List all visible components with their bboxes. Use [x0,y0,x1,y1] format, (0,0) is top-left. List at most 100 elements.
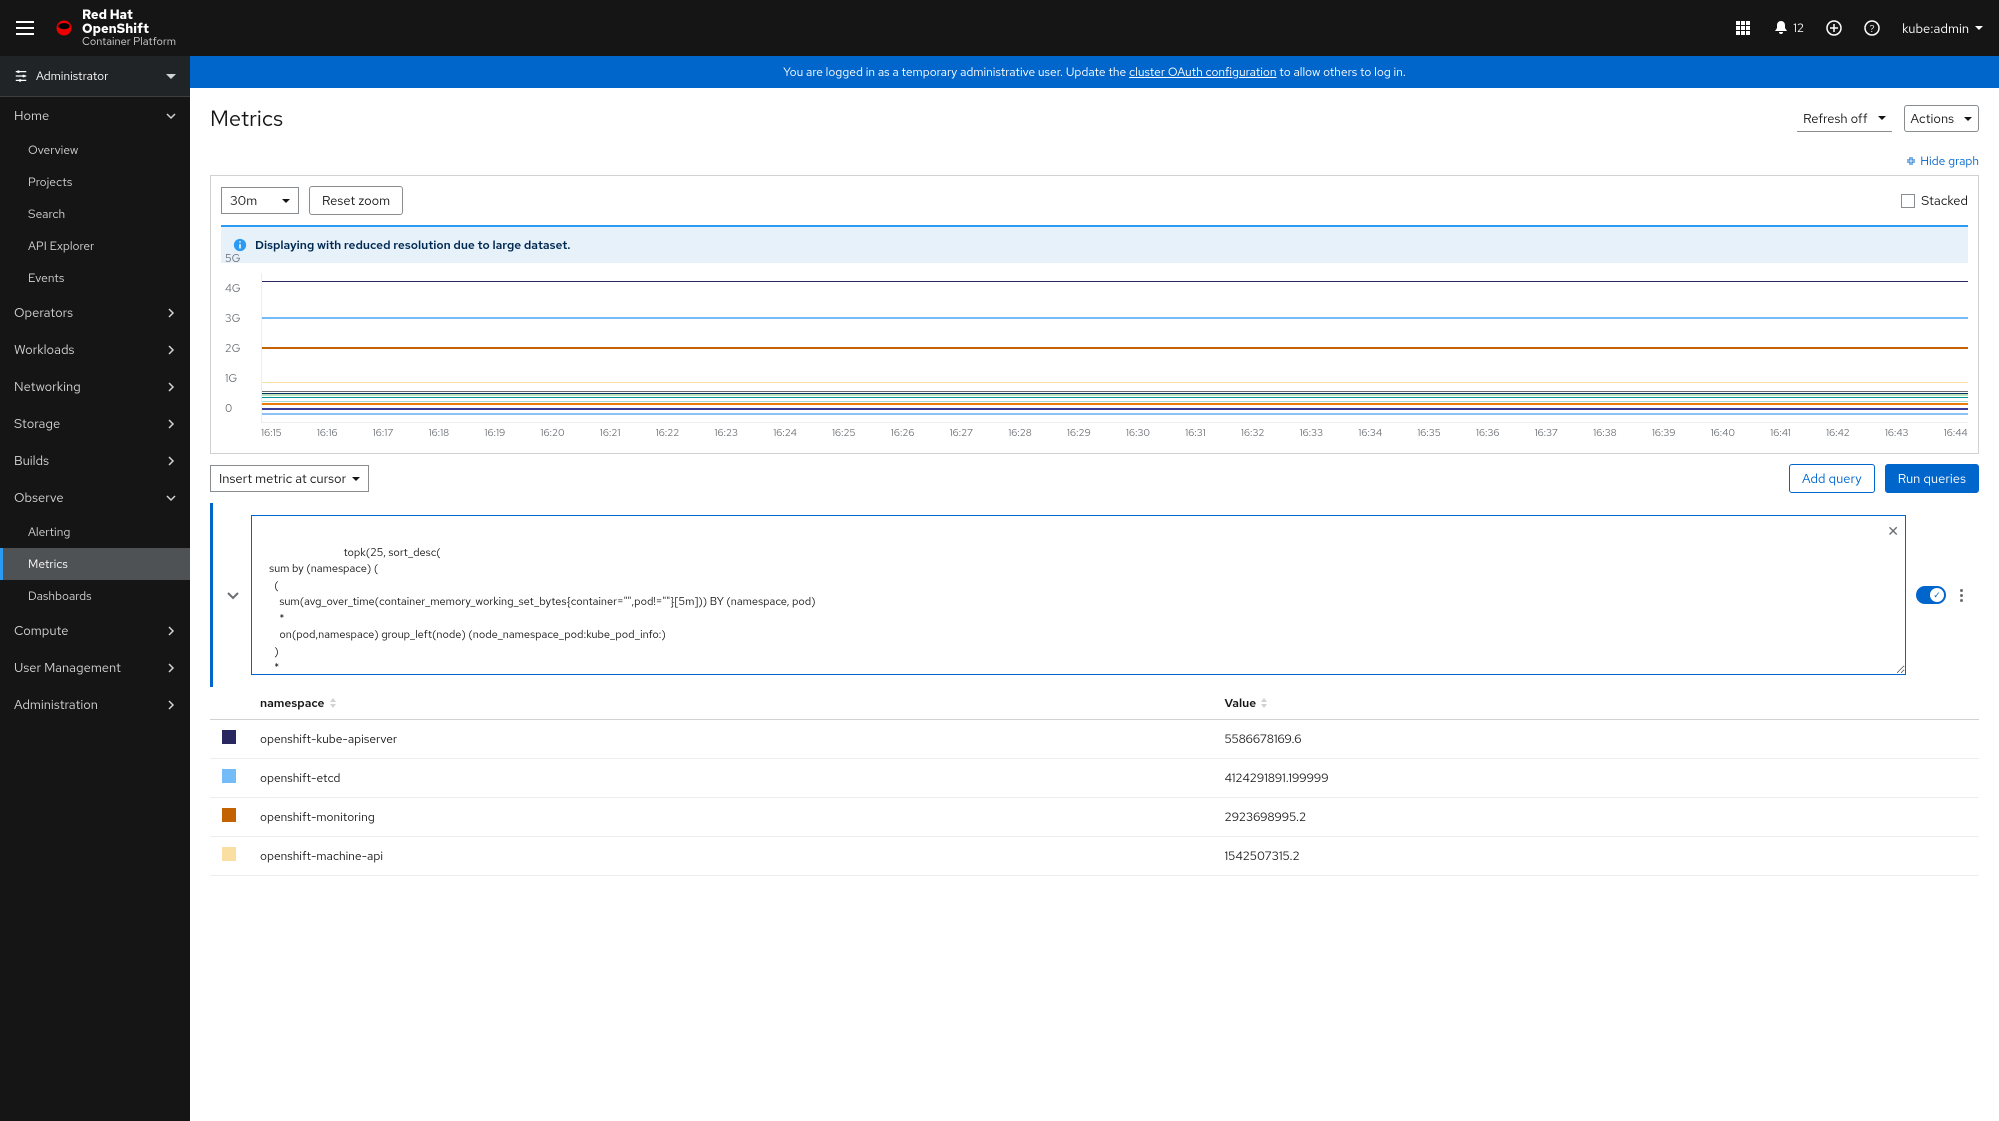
results-table: namespace Value openshift-kube-apiserver… [210,687,1979,876]
brand-line3: Container Platform [82,36,176,48]
caret-down-icon [1975,24,1983,32]
chart-series[interactable] [262,347,1968,349]
chevron-down-icon [166,111,176,121]
col-value[interactable]: Value [1212,687,1979,720]
nav-observe[interactable]: Observe [0,479,190,516]
add-query-button[interactable]: Add query [1789,464,1875,493]
stacked-label: Stacked [1921,192,1968,209]
chart-series[interactable] [262,317,1968,319]
chevron-right-icon [166,700,176,710]
hide-graph-link[interactable]: Hide graph [210,149,1979,175]
chevron-right-icon [166,456,176,466]
chevron-right-icon [166,626,176,636]
nav-dashboards[interactable]: Dashboards [0,580,190,612]
actions-dropdown[interactable]: Actions [1904,105,1979,132]
nav-overview[interactable]: Overview [0,134,190,166]
insert-metric-dropdown[interactable]: Insert metric at cursor [210,465,369,492]
sort-icon [1260,698,1268,708]
chart-series[interactable] [262,397,1968,399]
reset-zoom-button[interactable]: Reset zoom [309,186,403,215]
chart-series[interactable] [262,281,1968,283]
nav-compute[interactable]: Compute [0,612,190,649]
table-row[interactable]: openshift-kube-apiserver 5586678169.6 [210,720,1979,759]
chevron-right-icon [166,345,176,355]
help-icon[interactable]: ? [1864,20,1880,36]
hamburger-icon[interactable] [16,21,34,35]
chart-series[interactable] [262,403,1968,405]
add-icon[interactable] [1826,20,1842,36]
col-namespace[interactable]: namespace [248,687,1212,720]
chevron-down-icon[interactable] [225,587,241,603]
chart-series[interactable] [262,401,1968,403]
cell-value: 1542507315.2 [1212,837,1979,876]
nav-home[interactable]: Home [0,97,190,134]
compress-icon [1906,156,1916,166]
brand: Red Hat OpenShift Container Platform [54,8,176,49]
nav-workloads[interactable]: Workloads [0,331,190,368]
table-row[interactable]: openshift-etcd 4124291891.199999 [210,759,1979,798]
caret-down-icon [166,71,176,81]
stacked-checkbox[interactable] [1901,194,1915,208]
cell-value: 2923698995.2 [1212,798,1979,837]
metrics-chart[interactable]: 16:1516:1616:1716:1816:1916:2016:2116:22… [211,273,1978,453]
query-textarea[interactable]: ✕topk(25, sort_desc( sum by (namespace) … [251,515,1906,675]
series-swatch [222,730,236,744]
nav-storage[interactable]: Storage [0,405,190,442]
apps-icon[interactable] [1735,20,1751,36]
timerange-select[interactable]: 30m [221,187,299,214]
nav-operators[interactable]: Operators [0,294,190,331]
redhat-logo-icon [54,18,74,38]
caret-down-icon [1964,115,1972,123]
nav-administration[interactable]: Administration [0,686,190,723]
caret-down-icon [282,197,290,205]
nav-alerting[interactable]: Alerting [0,516,190,548]
cell-value: 4124291891.199999 [1212,759,1979,798]
chart-series[interactable] [262,413,1968,415]
nav-projects[interactable]: Projects [0,166,190,198]
chart-series[interactable] [262,394,1968,396]
login-banner: You are logged in as a temporary adminis… [190,56,1999,88]
banner-link[interactable]: cluster OAuth configuration [1129,64,1276,80]
chevron-right-icon [166,419,176,429]
run-queries-button[interactable]: Run queries [1885,464,1979,493]
series-swatch [222,808,236,822]
table-row[interactable]: openshift-machine-api 1542507315.2 [210,837,1979,876]
table-row[interactable]: openshift-monitoring 2923698995.2 [210,798,1979,837]
resolution-alert: Displaying with reduced resolution due t… [221,225,1968,263]
notifications-button[interactable]: 12 [1773,20,1804,36]
info-icon [233,238,247,252]
page-title: Metrics [210,104,283,133]
sort-icon [329,698,337,708]
nav-apiexplorer[interactable]: API Explorer [0,230,190,262]
series-swatch [222,847,236,861]
nav-metrics[interactable]: Metrics [0,548,190,580]
nav-networking[interactable]: Networking [0,368,190,405]
clear-query-icon[interactable]: ✕ [1887,522,1899,543]
cell-namespace: openshift-machine-api [248,837,1212,876]
top-header: Red Hat OpenShift Container Platform 12 … [0,0,1999,56]
nav-events[interactable]: Events [0,262,190,294]
query-kebab-menu[interactable] [1956,585,1967,606]
notif-count: 12 [1793,20,1804,36]
cell-namespace: openshift-monitoring [248,798,1212,837]
chart-series[interactable] [262,382,1968,384]
perspective-label: Administrator [36,68,108,84]
refresh-dropdown[interactable]: Refresh off [1797,105,1891,132]
nav-usermgmt[interactable]: User Management [0,649,190,686]
chart-series[interactable] [262,391,1968,393]
chart-series[interactable] [262,408,1968,410]
chevron-down-icon [166,493,176,503]
perspective-switcher[interactable]: Administrator [0,56,190,97]
query-panel: ✕topk(25, sort_desc( sum by (namespace) … [210,503,1979,687]
chevron-right-icon [166,308,176,318]
nav-builds[interactable]: Builds [0,442,190,479]
series-swatch [222,769,236,783]
sidebar: Administrator Home Overview Projects Sea… [0,56,190,1121]
svg-text:?: ? [1870,23,1875,36]
alert-text: Displaying with reduced resolution due t… [255,237,570,253]
caret-down-icon [352,475,360,483]
query-enabled-toggle[interactable] [1916,586,1946,604]
user-menu[interactable]: kube:admin [1902,20,1983,37]
nav-search[interactable]: Search [0,198,190,230]
cell-namespace: openshift-etcd [248,759,1212,798]
